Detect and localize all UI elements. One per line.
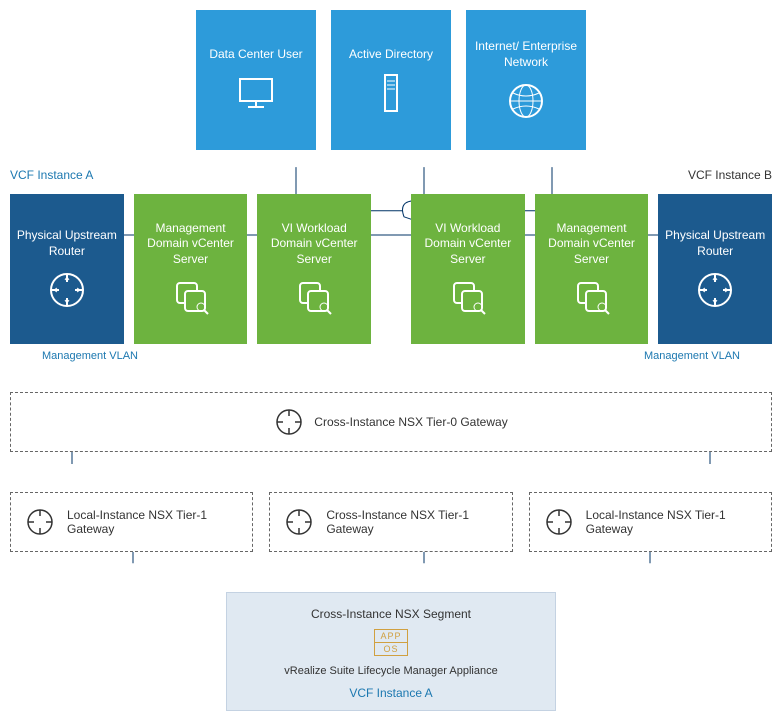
router-icon (25, 507, 55, 537)
active-directory-box: Active Directory (331, 10, 451, 150)
label: Active Directory (349, 47, 433, 63)
mgmt-vlan-b: Management VLAN (644, 350, 740, 362)
vcf-a-group: Physical Upstream Router Management Doma… (10, 194, 371, 344)
segment-title: Cross-Instance NSX Segment (311, 607, 471, 621)
vi-vcenter-a: VI Workload Domain vCenter Server (257, 194, 371, 344)
router-icon (274, 407, 304, 437)
label: Local-Instance NSX Tier-1 Gateway (67, 508, 238, 536)
gap (381, 194, 401, 344)
vcenter-icon (448, 277, 488, 317)
segment-app: vRealize Suite Lifecycle Manager Applian… (284, 664, 497, 678)
instance-labels: VCF Instance A VCF Instance B (10, 168, 772, 182)
mgmt-vcenter-b: Management Domain vCenter Server (535, 194, 649, 344)
vcenter-icon (171, 277, 211, 317)
tier0-gateway: Cross-Instance NSX Tier-0 Gateway (10, 392, 772, 452)
app-os-icon: APP OS (374, 629, 408, 656)
vi-vcenter-b: VI Workload Domain vCenter Server (411, 194, 525, 344)
monitor-icon (236, 73, 276, 113)
data-center-user-box: Data Center User (196, 10, 316, 150)
server-icon (371, 73, 411, 113)
physical-router-a: Physical Upstream Router (10, 194, 124, 344)
top-row: Data Center User Active Directory Intern… (196, 10, 586, 150)
physical-router-b: Physical Upstream Router (658, 194, 772, 344)
router-icon (284, 507, 314, 537)
label: Internet/ Enterprise Network (472, 39, 580, 70)
label: Cross-Instance NSX Tier-1 Gateway (326, 508, 497, 536)
tier1-local-b: Local-Instance NSX Tier-1 Gateway (529, 492, 772, 552)
label: VI Workload Domain vCenter Server (417, 221, 519, 268)
globe-icon (506, 81, 546, 121)
mgmt-vlan-a: Management VLAN (42, 350, 138, 362)
vcf-instance-b-label: VCF Instance B (688, 168, 772, 182)
vcf-instance-a-label: VCF Instance A (10, 168, 93, 182)
tier1-row: Local-Instance NSX Tier-1 Gateway Cross-… (10, 492, 772, 552)
label: Physical Upstream Router (664, 228, 766, 259)
router-icon (544, 507, 574, 537)
router-icon (695, 270, 735, 310)
router-icon (47, 270, 87, 310)
label: Management Domain vCenter Server (541, 221, 643, 268)
os-label: OS (375, 643, 407, 655)
mgmt-vcenter-a: Management Domain vCenter Server (134, 194, 248, 344)
vlan-labels: Management VLAN Management VLAN (10, 344, 772, 362)
app-label: APP (375, 630, 407, 643)
vcf-b-group: VI Workload Domain vCenter Server Manage… (411, 194, 772, 344)
label: VI Workload Domain vCenter Server (263, 221, 365, 268)
tier1-cross: Cross-Instance NSX Tier-1 Gateway (269, 492, 512, 552)
vcenter-icon (572, 277, 612, 317)
label: Physical Upstream Router (16, 228, 118, 259)
vcenter-icon (294, 277, 334, 317)
label: Management Domain vCenter Server (140, 221, 242, 268)
mid-row: Physical Upstream Router Management Doma… (10, 194, 772, 344)
label: Local-Instance NSX Tier-1 Gateway (586, 508, 757, 536)
segment-instance: VCF Instance A (349, 686, 432, 700)
label: Data Center User (209, 47, 302, 63)
tier0-label: Cross-Instance NSX Tier-0 Gateway (314, 415, 507, 429)
nsx-segment: Cross-Instance NSX Segment APP OS vReali… (226, 592, 556, 711)
tier1-local-a: Local-Instance NSX Tier-1 Gateway (10, 492, 253, 552)
internet-enterprise-box: Internet/ Enterprise Network (466, 10, 586, 150)
